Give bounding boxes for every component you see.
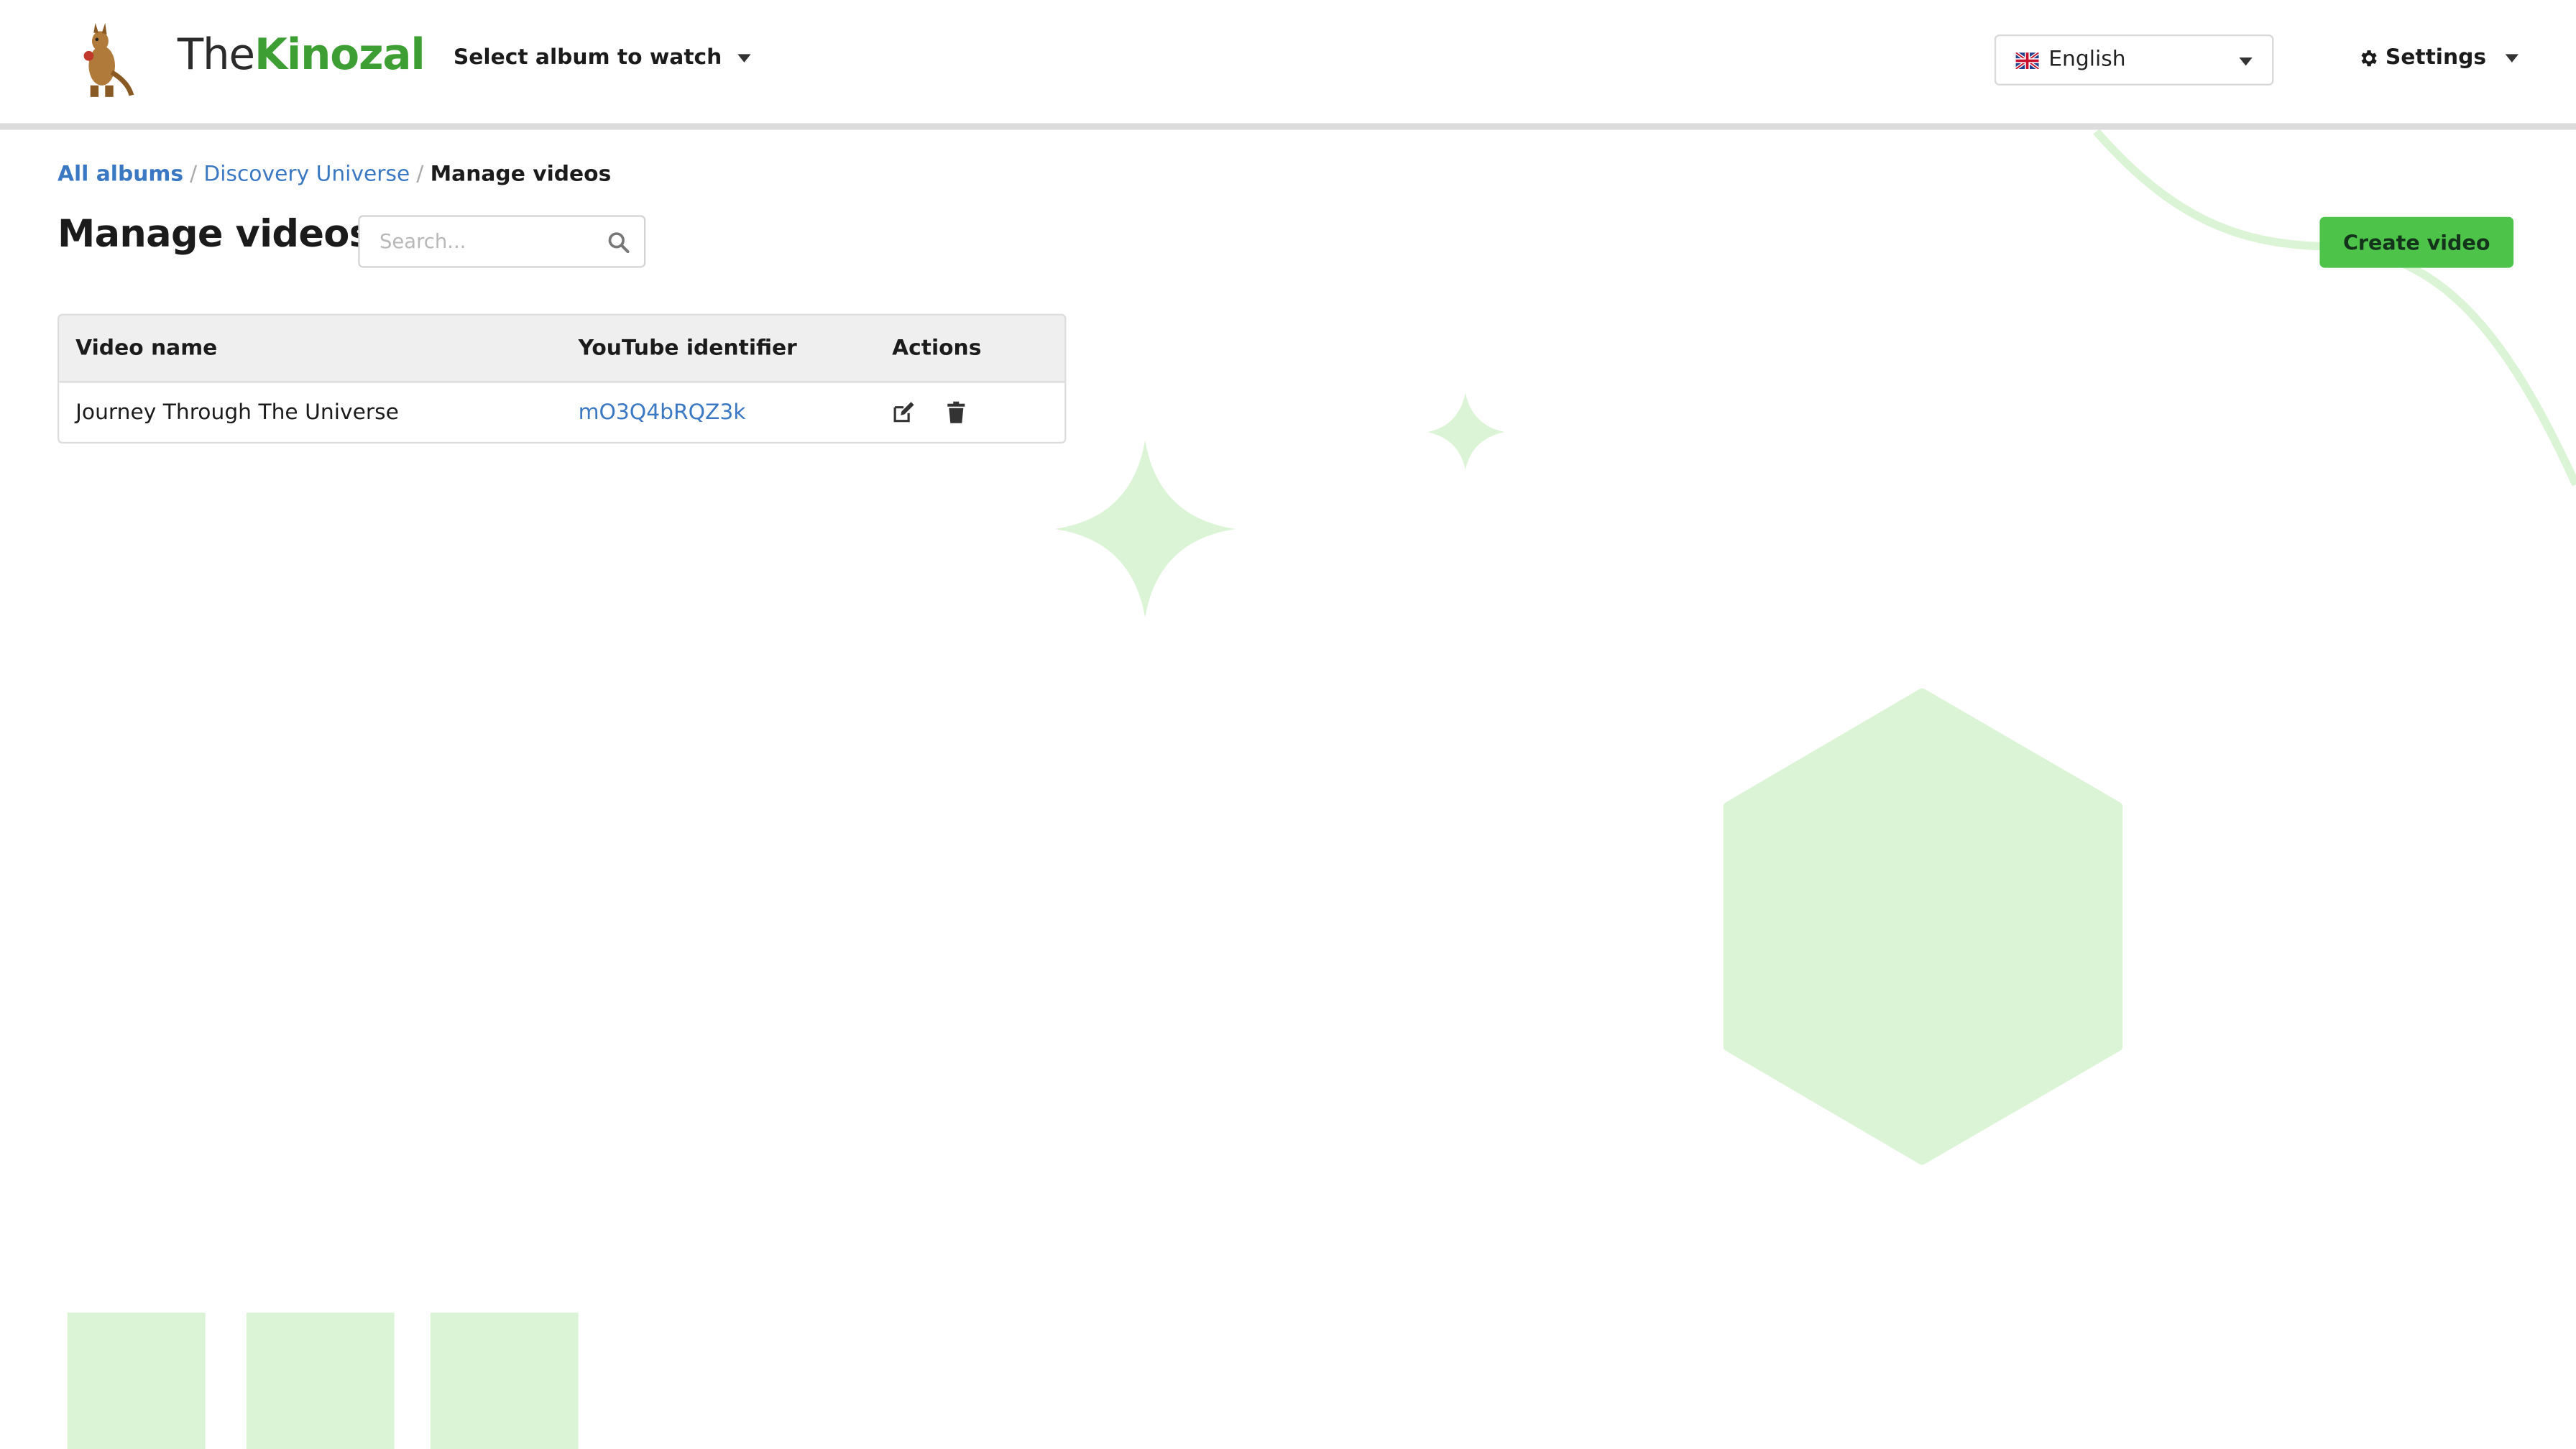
youtube-id-cell: mO3Q4bRQZ3k: [562, 382, 876, 441]
search-input[interactable]: [359, 216, 610, 267]
settings-label: Settings: [2385, 45, 2487, 71]
breadcrumb-current: Manage videos: [430, 162, 612, 188]
column-header-youtube-id: YouTube identifier: [561, 315, 876, 383]
top-navbar: TheKinozal Select album to watch English: [0, 0, 2576, 130]
breadcrumb-album[interactable]: Discovery Universe: [203, 162, 410, 187]
decor-curve: [2093, 129, 2576, 487]
album-select-dropdown[interactable]: Select album to watch: [454, 46, 752, 70]
video-name-cell: Journey Through The Universe: [75, 400, 399, 425]
settings-dropdown[interactable]: Settings: [2358, 46, 2519, 70]
videos-table: Video name YouTube identifier Actions Jo…: [57, 313, 1067, 444]
trash-icon[interactable]: [945, 401, 968, 424]
decor-square: [67, 1312, 206, 1449]
breadcrumb-all-albums[interactable]: All albums: [58, 162, 183, 187]
album-select-label: Select album to watch: [453, 45, 722, 71]
column-header-video-name: Video name: [59, 315, 562, 383]
actions-cell: [875, 382, 1064, 441]
brand-title[interactable]: TheKinozal: [177, 27, 426, 86]
column-header-actions: Actions: [875, 315, 1065, 383]
search-box: [358, 215, 646, 268]
kangaroo-logo-icon[interactable]: [65, 22, 138, 98]
page-title: Manage videos: [57, 213, 372, 257]
decor-square: [430, 1312, 579, 1449]
decor-sparkle-small: [1427, 392, 1505, 470]
decor-sparkle-large: [1054, 440, 1236, 618]
breadcrumb-separator: /: [416, 162, 424, 188]
table-header-row: Video name YouTube identifier Actions: [59, 315, 1065, 383]
decor-hexagon: [1723, 688, 2123, 1165]
caret-down-icon: [738, 54, 752, 63]
language-select[interactable]: English: [1994, 34, 2274, 86]
youtube-id-link[interactable]: mO3Q4bRQZ3k: [579, 400, 746, 425]
table-row: Journey Through The Universe mO3Q4bRQZ3k: [59, 382, 1064, 441]
language-selected: English: [2048, 47, 2126, 73]
breadcrumb: All albums / Discovery Universe / Manage vid…: [58, 162, 611, 187]
caret-down-icon: [2506, 54, 2519, 63]
breadcrumb-separator: /: [190, 162, 198, 188]
uk-flag-icon: [2015, 51, 2039, 68]
edit-icon[interactable]: [892, 401, 915, 424]
create-video-button[interactable]: Create video: [2319, 216, 2514, 268]
search-icon[interactable]: [608, 231, 630, 253]
decor-square: [246, 1312, 395, 1449]
gear-icon: [2361, 50, 2377, 67]
brand-prefix: The: [177, 31, 255, 80]
brand-highlight: Kinozal: [254, 31, 426, 80]
caret-down-icon: [2239, 57, 2253, 66]
